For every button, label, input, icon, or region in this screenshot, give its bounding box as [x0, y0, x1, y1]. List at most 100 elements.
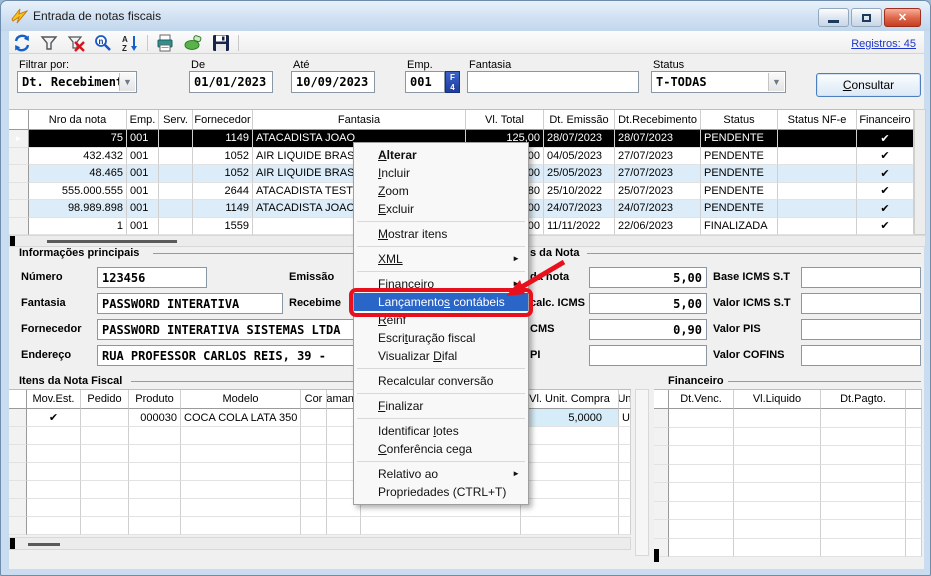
menu-item-conferencia-cega[interactable]: Conferência cega	[354, 440, 528, 458]
column-header-fin[interactable]: Financeiro	[857, 110, 914, 130]
menu-item-zoom[interactable]: Zoom	[354, 182, 528, 200]
numero-field[interactable]: 123456	[97, 267, 207, 288]
menu-item-propriedades-ctrl-t[interactable]: Propriedades (CTRL+T)	[354, 483, 528, 501]
column-header-status[interactable]: Status	[701, 110, 778, 130]
emp-f4-button[interactable]: F4	[445, 71, 460, 93]
maximize-button[interactable]	[851, 8, 882, 27]
column-header-vlunit[interactable]: Vl. Unit. Compra	[521, 390, 619, 409]
list-item[interactable]	[654, 520, 922, 539]
financeiro-grid[interactable]: Dt.Venc.Vl.LiquidoDt.Pagto.	[654, 389, 922, 556]
column-header-total[interactable]: Vl. Total	[466, 110, 544, 130]
column-header-cor[interactable]: Cor	[301, 390, 327, 409]
chevron-down-icon[interactable]: ▼	[768, 73, 784, 91]
column-header-receb[interactable]: Dt.Recebimento	[615, 110, 701, 130]
cell-venc	[669, 520, 734, 539]
itens-grid[interactable]: Mov.Est.PedidoProdutoModeloCorTamanhoVl.…	[9, 389, 631, 534]
list-item[interactable]	[9, 517, 631, 535]
column-header-nro[interactable]: Nro da nota	[29, 110, 127, 130]
list-item[interactable]	[654, 502, 922, 521]
nota-left-field[interactable]: 5,00	[589, 293, 707, 314]
scrollbar-thumb[interactable]	[47, 240, 177, 243]
status-select[interactable]: T-TODAS ▼	[651, 71, 786, 93]
list-item[interactable]	[9, 463, 631, 481]
menu-item-incluir[interactable]: Incluir	[354, 164, 528, 182]
menu-item-xml[interactable]: XML►	[354, 250, 528, 268]
itens-grid-hscrollbar[interactable]	[9, 537, 631, 550]
column-header-modelo[interactable]: Modelo	[181, 390, 301, 409]
column-header-liq[interactable]: Vl.Liquido	[734, 390, 821, 409]
column-header-sel[interactable]	[9, 390, 27, 409]
info-fantasia-field[interactable]: PASSWORD INTERATIVA	[97, 293, 283, 314]
emp-input[interactable]: 001	[405, 71, 445, 93]
column-header-emissao[interactable]: Dt. Emissão	[544, 110, 615, 130]
list-item[interactable]	[9, 481, 631, 499]
list-item[interactable]	[654, 483, 922, 502]
sort-az-icon[interactable]: A Z	[121, 34, 139, 52]
minimize-button[interactable]	[818, 8, 849, 27]
menu-item-excluir[interactable]: Excluir	[354, 200, 528, 218]
de-date-input[interactable]: 01/01/2023	[189, 71, 273, 93]
nota-left-field[interactable]: 5,00	[589, 267, 707, 288]
menu-item-escrituracao-fiscal[interactable]: Escrituração fiscal	[354, 329, 528, 347]
cell-status: PENDENTE	[701, 183, 778, 201]
column-header-serv[interactable]: Serv.	[159, 110, 193, 130]
list-item[interactable]	[654, 409, 922, 428]
nota-right-field[interactable]	[801, 345, 921, 366]
filter-icon[interactable]	[40, 34, 58, 52]
close-button[interactable]: ✕	[884, 8, 921, 27]
menu-item-financeiro[interactable]: Financeiro►	[354, 275, 528, 293]
column-header-sel[interactable]	[654, 390, 669, 409]
menu-item-reinf[interactable]: Reinf	[354, 311, 528, 329]
column-header-nfe[interactable]: Status NF-e	[778, 110, 857, 130]
list-item[interactable]: ✔000030COCA COLA LATA 350 ML5,0000Un	[9, 409, 631, 427]
menu-item-mostrar-itens[interactable]: Mostrar itens	[354, 225, 528, 243]
chevron-down-icon[interactable]: ▼	[119, 73, 135, 91]
ate-date-input[interactable]: 10/09/2023	[291, 71, 375, 93]
consultar-button[interactable]: Consultar	[816, 73, 921, 97]
menu-item-recalcular-conversao[interactable]: Recalcular conversão	[354, 372, 528, 390]
fantasia-input[interactable]	[467, 71, 639, 93]
menu-item-relativo-ao[interactable]: Relativo ao►	[354, 465, 528, 483]
list-item[interactable]	[9, 445, 631, 463]
column-header-fant[interactable]: Fantasia	[253, 110, 466, 130]
list-item[interactable]	[654, 539, 922, 558]
menu-item-lancamentos-contabeis[interactable]: Lançamentos contábeis	[354, 293, 528, 311]
nota-left-field[interactable]: 0,90	[589, 319, 707, 340]
refresh-icon[interactable]	[13, 34, 31, 52]
column-header-pag[interactable]: Dt.Pagto.	[821, 390, 906, 409]
list-item[interactable]	[654, 428, 922, 447]
cell-un: Un	[619, 409, 631, 427]
scrollbar-thumb[interactable]	[28, 543, 60, 546]
column-header-movest[interactable]: Mov.Est.	[27, 390, 81, 409]
column-header-pedido[interactable]: Pedido	[81, 390, 129, 409]
find-icon[interactable]: n	[94, 34, 112, 52]
list-item[interactable]	[654, 446, 922, 465]
registros-link[interactable]: Registros: 45	[851, 38, 916, 50]
nota-right-field[interactable]	[801, 319, 921, 340]
column-header-x[interactable]	[906, 390, 922, 409]
fornecedor-field[interactable]: PASSWORD INTERATIVA SISTEMAS LTDA	[97, 319, 359, 340]
list-item[interactable]	[9, 427, 631, 445]
menu-item-alterar[interactable]: Alterar	[354, 146, 528, 164]
print-icon[interactable]	[156, 34, 174, 52]
column-header-sel[interactable]	[9, 110, 29, 130]
list-item[interactable]	[9, 499, 631, 517]
menu-item-visualizar-difal[interactable]: Visualizar Difal	[354, 347, 528, 365]
column-header-venc[interactable]: Dt.Venc.	[669, 390, 734, 409]
list-item[interactable]	[654, 465, 922, 484]
nota-right-field[interactable]	[801, 293, 921, 314]
menu-item-identificar-lotes[interactable]: Identificar lotes	[354, 422, 528, 440]
column-header-produto[interactable]: Produto	[129, 390, 181, 409]
nota-left-field[interactable]	[589, 345, 707, 366]
column-header-un[interactable]: Un	[619, 390, 631, 409]
column-header-forn[interactable]: Fornecedor	[193, 110, 253, 130]
endereco-field[interactable]: RUA PROFESSOR CARLOS REIS, 39 -	[97, 345, 359, 366]
notas-grid-vscrollbar[interactable]	[914, 109, 926, 235]
clear-filter-icon[interactable]	[67, 34, 85, 52]
nota-right-field[interactable]	[801, 267, 921, 288]
stamp-icon[interactable]	[184, 34, 202, 52]
save-icon[interactable]	[212, 34, 230, 52]
filtrar-por-select[interactable]: Dt. Recebimento ▼	[17, 71, 137, 93]
column-header-emp[interactable]: Emp.	[127, 110, 159, 130]
menu-item-finalizar[interactable]: Finalizar	[354, 397, 528, 415]
